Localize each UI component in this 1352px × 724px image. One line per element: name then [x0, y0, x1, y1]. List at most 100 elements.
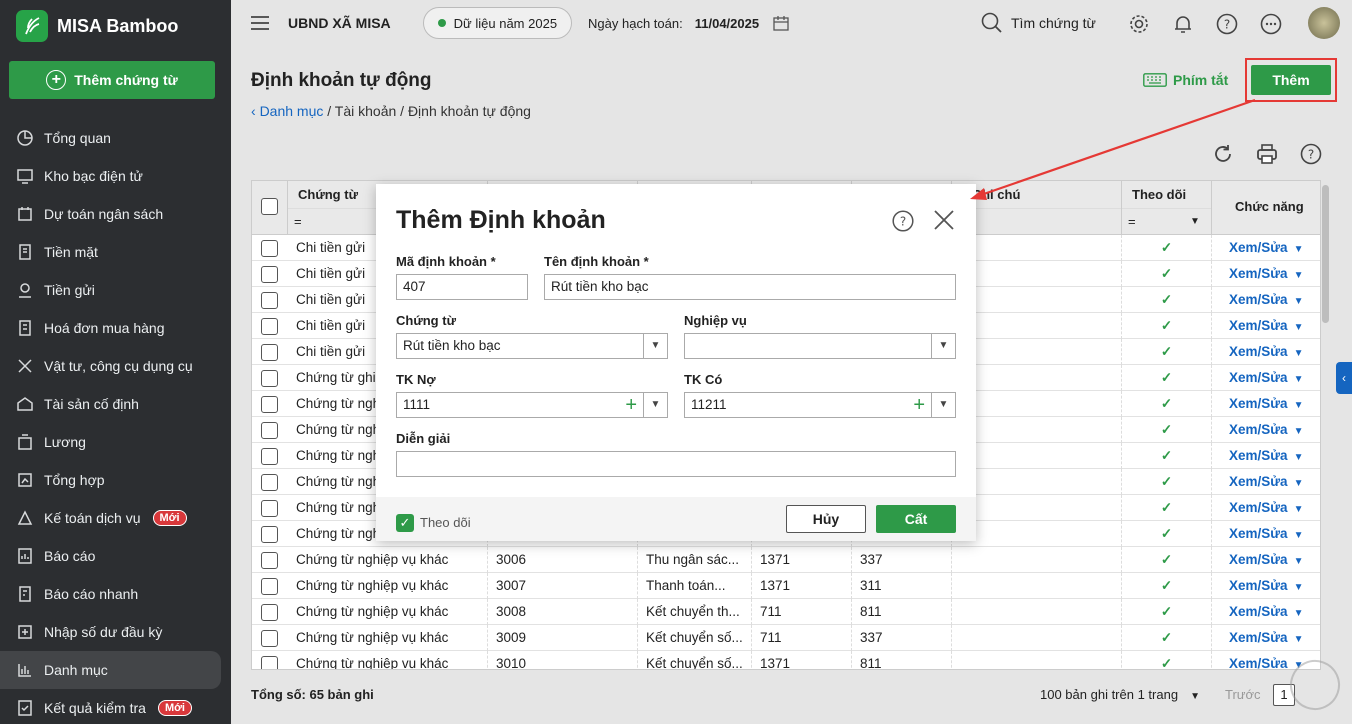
sidebar-item-8[interactable]: Tài sản cố định [0, 385, 231, 423]
chevron-down-icon[interactable]: ▼ [1294, 426, 1304, 437]
menu-icon[interactable] [251, 16, 269, 30]
grid-scrollbar[interactable] [1322, 185, 1329, 323]
cell-action[interactable]: Xem/Sửa ▼ [1212, 417, 1320, 443]
search-vouchers[interactable]: Tìm chứng từ [981, 12, 1096, 34]
sidebar-item-9[interactable]: Lương [0, 423, 231, 461]
sidebar-item-16[interactable]: Kết quả kiểm tra Mới [0, 689, 231, 724]
save-button[interactable]: Cất [876, 505, 956, 533]
sidebar-item-1[interactable]: Tổng quan [0, 119, 231, 157]
posting-date-value[interactable]: 11/04/2025 [695, 16, 759, 31]
add-button[interactable]: Thêm [1251, 65, 1331, 95]
chevron-down-icon[interactable]: ▼ [1294, 530, 1304, 541]
close-icon[interactable] [933, 209, 955, 231]
print-icon[interactable] [1256, 143, 1278, 165]
chevron-down-icon[interactable]: ▼ [1294, 452, 1304, 463]
sidebar-item-7[interactable]: Vật tư, công cụ dụng cụ [0, 347, 231, 385]
code-input[interactable]: 407 [396, 274, 528, 300]
user-avatar[interactable] [1308, 7, 1340, 39]
table-row[interactable]: Chứng từ nghiệp vụ khác 3007 Thanh toán...… [252, 573, 1320, 599]
add-account-plus-icon[interactable]: + [913, 393, 925, 417]
column-track[interactable]: Theo dõi = ▼ [1122, 181, 1212, 235]
sidebar-item-12[interactable]: Báo cáo [0, 537, 231, 575]
chevron-down-icon[interactable]: ▼ [1294, 556, 1304, 567]
cell-action[interactable]: Xem/Sửa ▼ [1212, 287, 1320, 313]
cell-action[interactable]: Xem/Sửa ▼ [1212, 495, 1320, 521]
chevron-down-icon[interactable]: ▼ [1294, 400, 1304, 411]
chevron-down-icon[interactable]: ▼ [1294, 634, 1304, 645]
table-row[interactable]: Chứng từ nghiệp vụ khác 3010 Kết chuyển số… [252, 651, 1320, 669]
chevron-down-icon[interactable]: ▼ [1294, 504, 1304, 515]
shortcut-button[interactable]: Phím tắt [1143, 72, 1228, 88]
row-checkbox[interactable] [261, 266, 278, 283]
chevron-down-icon[interactable]: ▼ [643, 334, 667, 358]
row-checkbox[interactable] [261, 656, 278, 669]
settings-gear-icon[interactable] [1128, 13, 1150, 35]
chevron-down-icon[interactable]: ▼ [1294, 296, 1304, 307]
row-checkbox[interactable] [261, 526, 278, 543]
credit-account-select[interactable]: 11211 + ▼ [684, 392, 956, 418]
cell-action[interactable]: Xem/Sửa ▼ [1212, 521, 1320, 547]
cell-action[interactable]: Xem/Sửa ▼ [1212, 391, 1320, 417]
cell-action[interactable]: Xem/Sửa ▼ [1212, 547, 1320, 573]
sidebar-item-2[interactable]: Kho bạc điện tử [0, 157, 231, 195]
cell-action[interactable]: Xem/Sửa ▼ [1212, 339, 1320, 365]
row-checkbox[interactable] [261, 370, 278, 387]
data-year-selector[interactable]: Dữ liệu năm 2025 [422, 7, 573, 39]
app-logo[interactable]: MISA Bamboo [16, 10, 178, 42]
description-input[interactable] [396, 451, 956, 477]
chevron-down-icon[interactable]: ▼ [1294, 374, 1304, 385]
cell-action[interactable]: Xem/Sửa ▼ [1212, 599, 1320, 625]
row-checkbox[interactable] [261, 578, 278, 595]
row-checkbox[interactable] [261, 422, 278, 439]
track-filter[interactable]: = ▼ [1122, 208, 1211, 235]
chevron-down-icon[interactable]: ▼ [931, 334, 955, 358]
calendar-icon[interactable] [773, 15, 789, 31]
cancel-button[interactable]: Hủy [786, 505, 866, 533]
chevron-down-icon[interactable]: ▼ [1294, 348, 1304, 359]
add-account-plus-icon[interactable]: + [625, 393, 637, 417]
sidebar-item-10[interactable]: Tổng hợp [0, 461, 231, 499]
row-checkbox[interactable] [261, 604, 278, 621]
sidebar-item-13[interactable]: Báo cáo nhanh [0, 575, 231, 613]
more-options-icon[interactable] [1260, 13, 1282, 35]
sidebar-item-15[interactable]: Danh mục [0, 651, 221, 689]
column-note[interactable]: Ghi chú [952, 181, 1122, 235]
chevron-down-icon[interactable]: ▼ [1294, 582, 1304, 593]
sidebar-item-14[interactable]: Nhập số dư đầu kỳ [0, 613, 231, 651]
help-icon[interactable]: ? [1216, 13, 1238, 35]
sidebar-item-11[interactable]: Kế toán dịch vụ Mới [0, 499, 231, 537]
cell-action[interactable]: Xem/Sửa ▼ [1212, 573, 1320, 599]
row-checkbox[interactable] [261, 396, 278, 413]
org-name[interactable]: UBND XÃ MISA [288, 15, 391, 31]
table-row[interactable]: Chứng từ nghiệp vụ khác 3008 Kết chuyển th… [252, 599, 1320, 625]
table-row[interactable]: Chứng từ nghiệp vụ khác 3006 Thu ngân sác.… [252, 547, 1320, 573]
voucher-select[interactable]: Rút tiền kho bạc ▼ [396, 333, 668, 359]
chevron-down-icon[interactable]: ▼ [1294, 270, 1304, 281]
cell-action[interactable]: Xem/Sửa ▼ [1212, 235, 1320, 261]
sidebar-item-6[interactable]: Hoá đơn mua hàng [0, 309, 231, 347]
chevron-down-icon[interactable]: ▼ [643, 393, 667, 417]
breadcrumb-back-link[interactable]: ‹ Danh mục [251, 103, 323, 119]
dialog-help-icon[interactable]: ? [892, 210, 914, 232]
chevron-down-icon[interactable]: ▼ [931, 393, 955, 417]
grid-help-icon[interactable]: ? [1300, 143, 1322, 165]
row-checkbox[interactable] [261, 344, 278, 361]
row-checkbox[interactable] [261, 552, 278, 569]
debit-account-select[interactable]: 1111 + ▼ [396, 392, 668, 418]
row-checkbox[interactable] [261, 630, 278, 647]
sidebar-item-5[interactable]: Tiền gửi [0, 271, 231, 309]
sidebar-item-3[interactable]: Dự toán ngân sách [0, 195, 231, 233]
add-voucher-button[interactable]: + Thêm chứng từ [9, 61, 215, 99]
row-checkbox[interactable] [261, 474, 278, 491]
refresh-icon[interactable] [1212, 143, 1234, 165]
row-checkbox[interactable] [261, 292, 278, 309]
cell-action[interactable]: Xem/Sửa ▼ [1212, 261, 1320, 287]
page-size-selector[interactable]: 100 bản ghi trên 1 trang ▼ [1040, 687, 1200, 702]
track-checkbox[interactable]: ✓ [396, 514, 414, 532]
cell-action[interactable]: Xem/Sửa ▼ [1212, 443, 1320, 469]
row-checkbox[interactable] [261, 448, 278, 465]
business-select[interactable]: ▼ [684, 333, 956, 359]
select-all-checkbox[interactable] [261, 198, 278, 215]
name-input[interactable]: Rút tiền kho bạc [544, 274, 956, 300]
sidebar-item-4[interactable]: Tiền mặt [0, 233, 231, 271]
